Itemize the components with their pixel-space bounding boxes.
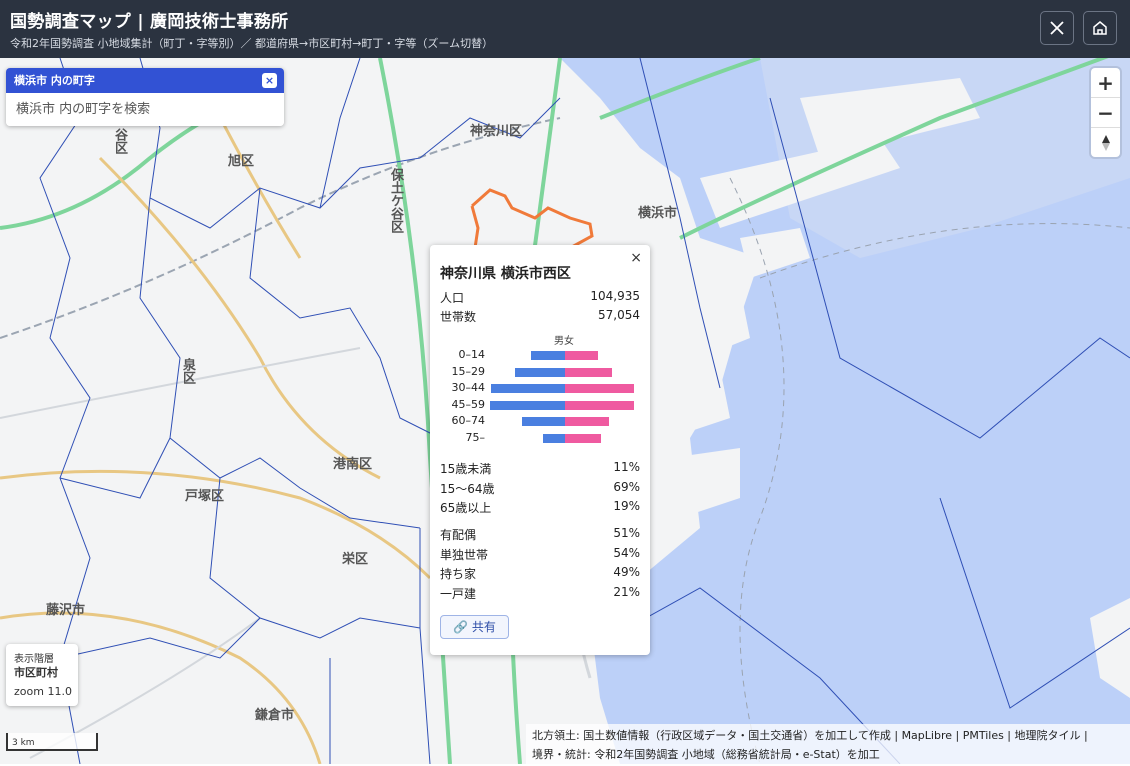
scale-bar: 3 km bbox=[6, 733, 98, 751]
age-stat-row: 65歳以上 19% bbox=[440, 499, 640, 517]
popup-title: 神奈川県 横浜市西区 bbox=[440, 266, 571, 282]
zoom-level: zoom 11.0 bbox=[14, 685, 72, 698]
stat-label: 15〜64歳 bbox=[440, 481, 495, 496]
male-bar bbox=[490, 400, 565, 410]
stat-value: 21% bbox=[613, 584, 640, 599]
age-stat-row: 15歳未満 11% bbox=[440, 460, 640, 478]
map-label-sakae: 栄区 bbox=[342, 552, 369, 567]
map-label-totsuka: 戸塚区 bbox=[185, 489, 225, 504]
zoom-in-button[interactable]: + bbox=[1091, 68, 1120, 98]
search-panel-title: 横浜市 内の町字 bbox=[14, 74, 95, 87]
page-title: 国勢調査マップ | 廣岡技術士事務所 bbox=[10, 12, 289, 32]
compass-icon bbox=[1101, 134, 1110, 151]
female-bar bbox=[565, 433, 601, 443]
pyramid-row: 15–29 bbox=[430, 365, 650, 379]
stat-label: 単独世帯 bbox=[440, 547, 489, 562]
stat-value: 19% bbox=[613, 499, 640, 513]
pyramid-row: 0–14 bbox=[430, 348, 650, 362]
female-bar bbox=[565, 367, 612, 377]
close-search-button[interactable]: × bbox=[262, 73, 277, 88]
female-bar bbox=[565, 417, 609, 426]
pyramid-age-label: 60–74 bbox=[451, 414, 486, 427]
stat-label: 持ち家 bbox=[440, 567, 477, 581]
male-bar bbox=[491, 384, 565, 393]
attribution-line-2: 境界・統計: 令和2年国勢調査 小地域（総務省統計局・e-Stat）を加工 bbox=[532, 748, 880, 761]
stat-value: 51% bbox=[613, 526, 640, 540]
pyramid-row: 30–44 bbox=[430, 381, 650, 395]
female-bar bbox=[565, 384, 634, 393]
pyramid-age-label: 30–44 bbox=[451, 381, 486, 394]
female-bar bbox=[565, 400, 634, 410]
map-label-hodogaya: 保土ケ谷区 bbox=[388, 168, 403, 233]
stat-label: 65歳以上 bbox=[440, 501, 492, 515]
stat-label: 一戸建 bbox=[440, 586, 477, 601]
layer-info: 表示階層 市区町村 zoom 11.0 bbox=[6, 644, 78, 706]
home-icon bbox=[1093, 21, 1107, 35]
male-bar bbox=[515, 367, 565, 377]
pyramid-row: 60–74 bbox=[430, 414, 650, 428]
pyramid-age-label: 75– bbox=[465, 430, 486, 444]
male-bar bbox=[531, 351, 565, 360]
pyramid-age-label: 15–29 bbox=[451, 364, 486, 378]
households-row: 世帯数 57,054 bbox=[440, 308, 640, 326]
stat-label: 有配偶 bbox=[440, 528, 477, 542]
household-stat-row: 単独世帯 54% bbox=[440, 546, 640, 564]
x-logo-icon bbox=[1050, 21, 1064, 35]
map-label-konan: 港南区 bbox=[333, 457, 373, 472]
zoom-controls: + − bbox=[1091, 68, 1120, 157]
households-label: 世帯数 bbox=[440, 310, 477, 324]
map-label-izumi: 泉区 bbox=[180, 358, 195, 384]
x-share-button[interactable] bbox=[1040, 11, 1074, 45]
app-header: 国勢調査マップ | 廣岡技術士事務所 令和2年国勢調査 小地域集計（町丁・字等別… bbox=[0, 0, 1130, 58]
stat-label: 15歳未満 bbox=[440, 462, 492, 476]
home-button[interactable] bbox=[1083, 11, 1117, 45]
population-label: 人口 bbox=[440, 291, 465, 305]
stat-value: 11% bbox=[613, 460, 640, 474]
map-label-kamakura: 鎌倉市 bbox=[255, 708, 295, 723]
compass-button[interactable] bbox=[1091, 128, 1120, 157]
page-subtitle: 令和2年国勢調査 小地域集計（町丁・字等別）／ 都道府県→市区町村→町丁・字等（… bbox=[10, 37, 494, 50]
area-info-popup: × 神奈川県 横浜市西区 人口 104,935 世帯数 57,054 男女 0–… bbox=[430, 245, 650, 655]
pyramid-header: 男女 bbox=[554, 336, 574, 347]
stat-value: 49% bbox=[613, 565, 640, 579]
male-bar bbox=[522, 417, 565, 426]
population-value: 104,935 bbox=[590, 289, 640, 303]
pyramid-age-label: 0–14 bbox=[458, 348, 486, 361]
population-row: 人口 104,935 bbox=[440, 289, 640, 307]
pyramid-row: 45–59 bbox=[430, 398, 650, 412]
pyramid-age-label: 45–59 bbox=[451, 397, 486, 411]
close-popup-button[interactable]: × bbox=[630, 250, 642, 266]
layer-level: 市区町村 bbox=[14, 666, 58, 679]
female-bar bbox=[565, 351, 598, 360]
stat-value: 69% bbox=[613, 479, 640, 494]
map-label-yokohama: 横浜市 bbox=[638, 206, 678, 221]
layer-label: 表示階層 bbox=[14, 654, 54, 665]
age-stat-row: 15〜64歳 69% bbox=[440, 480, 640, 498]
map-label-kanagawa: 神奈川区 bbox=[470, 124, 523, 139]
search-panel-header: 横浜市 内の町字 × bbox=[6, 68, 284, 93]
household-stat-row: 持ち家 49% bbox=[440, 565, 640, 583]
search-input[interactable] bbox=[6, 93, 284, 126]
male-bar bbox=[543, 433, 565, 443]
attribution: 北方領土: 国土数値情報（行政区域データ・国土交通省）を加工して作成 | Map… bbox=[526, 724, 1130, 766]
map-label-asahi: 旭区 bbox=[228, 154, 255, 169]
stat-value: 54% bbox=[613, 545, 640, 560]
search-panel: 横浜市 内の町字 × bbox=[6, 68, 284, 126]
attribution-line-1: 北方領土: 国土数値情報（行政区域データ・国土交通省）を加工して作成 | Map… bbox=[532, 729, 1088, 742]
pyramid-row: 75– bbox=[430, 431, 650, 445]
household-stat-row: 有配偶 51% bbox=[440, 526, 640, 544]
zoom-out-button[interactable]: − bbox=[1091, 98, 1120, 128]
share-button[interactable]: 🔗 共有 bbox=[440, 615, 509, 639]
households-value: 57,054 bbox=[598, 308, 640, 322]
household-stat-row: 一戸建 21% bbox=[440, 585, 640, 603]
map-label-fujisawa: 藤沢市 bbox=[46, 603, 86, 618]
map-label-ya: 谷区 bbox=[112, 128, 127, 154]
